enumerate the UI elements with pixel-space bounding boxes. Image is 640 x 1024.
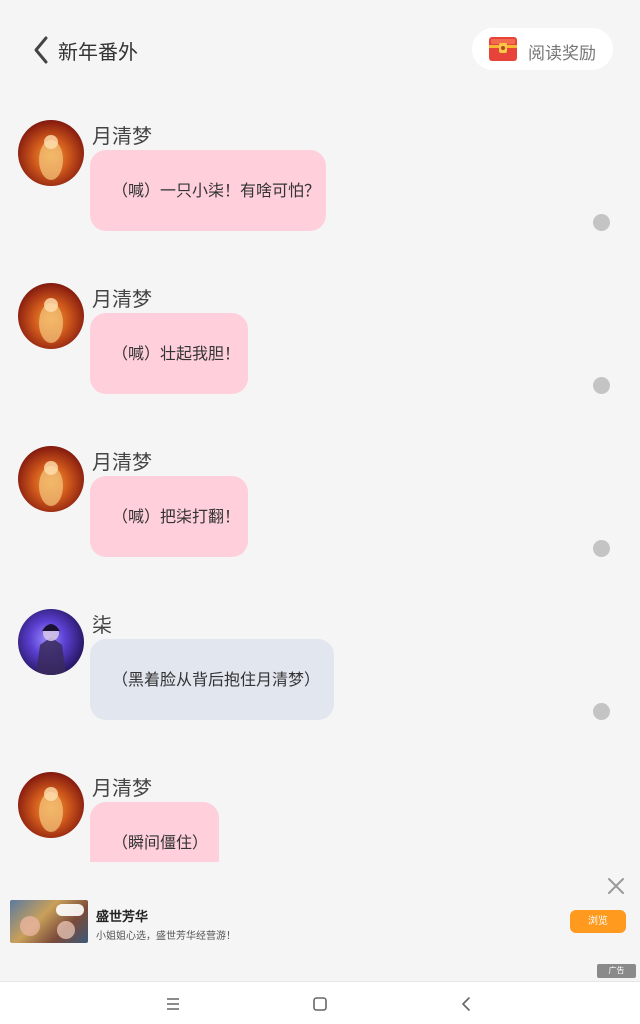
- home-icon[interactable]: [310, 994, 330, 1014]
- page-title: 新年番外: [58, 40, 138, 64]
- ad-cta-button[interactable]: 浏览: [570, 910, 626, 933]
- avatar[interactable]: [18, 772, 84, 838]
- avatar[interactable]: [18, 120, 84, 186]
- chat-message: 月清梦 （喊）把柒打翻！: [0, 446, 640, 576]
- treasure-chest-icon: [488, 36, 518, 62]
- avatar[interactable]: [18, 283, 84, 349]
- chat-message: 月清梦 （喊）壮起我胆！: [0, 283, 640, 413]
- system-nav-bar: [0, 981, 640, 1024]
- reading-reward-button[interactable]: 阅读奖励: [472, 28, 613, 70]
- sender-name: 柒: [92, 613, 112, 637]
- status-dot[interactable]: [593, 214, 610, 231]
- avatar[interactable]: [18, 446, 84, 512]
- avatar[interactable]: [18, 609, 84, 675]
- message-bubble[interactable]: （黑着脸从背后抱住月清梦）: [90, 639, 334, 720]
- back-icon[interactable]: [457, 994, 477, 1014]
- ad-title: 盛世芳华: [96, 910, 149, 925]
- status-dot[interactable]: [593, 703, 610, 720]
- reading-reward-label: 阅读奖励: [528, 44, 596, 64]
- message-bubble[interactable]: （喊）把柒打翻！: [90, 476, 248, 557]
- ad-banner[interactable]: 盛世芳华 小姐姐心选，盛世芳华经营游！ 浏览 广告: [0, 872, 640, 980]
- ad-thumbnail[interactable]: [10, 900, 88, 943]
- sender-name: 月清梦: [92, 287, 152, 311]
- menu-icon[interactable]: [163, 994, 183, 1014]
- sender-name: 月清梦: [92, 450, 152, 474]
- status-dot[interactable]: [593, 540, 610, 557]
- status-dot[interactable]: [593, 377, 610, 394]
- message-bubble[interactable]: （喊）壮起我胆！: [90, 313, 248, 394]
- ad-description: 小姐姐心选，盛世芳华经营游！: [96, 931, 236, 942]
- top-bar: 新年番外 阅读奖励: [0, 0, 640, 100]
- message-bubble[interactable]: （喊）一只小柒！有啥可怕？: [90, 150, 326, 231]
- chat-message: 柒 （黑着脸从背后抱住月清梦）: [0, 609, 640, 739]
- chat-message: 月清梦 （喊）一只小柒！有啥可怕？: [0, 120, 640, 250]
- sender-name: 月清梦: [92, 776, 152, 800]
- ad-badge: 广告: [597, 964, 636, 978]
- sender-name: 月清梦: [92, 124, 152, 148]
- close-icon[interactable]: [606, 876, 626, 896]
- list-cutoff: [0, 862, 640, 872]
- back-arrow-icon[interactable]: [30, 34, 56, 66]
